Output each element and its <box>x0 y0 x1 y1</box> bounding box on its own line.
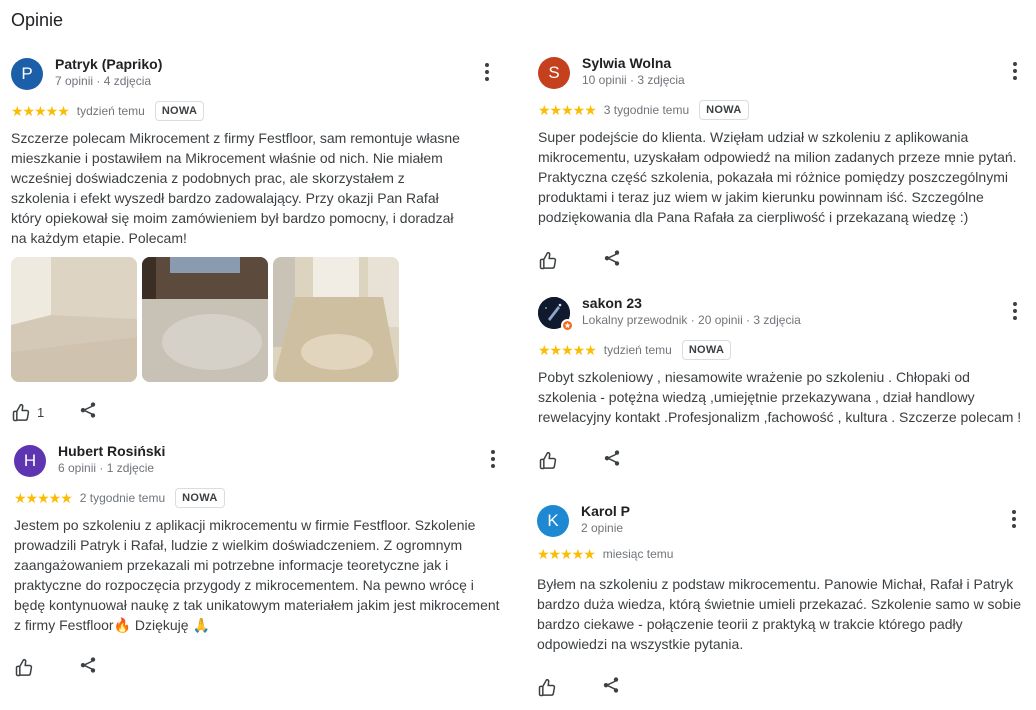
author-meta: 2 opinie <box>581 521 624 535</box>
rating-row: ★★★★★ tydzień temu NOWA <box>11 100 205 122</box>
more-options-icon[interactable] <box>1006 509 1022 529</box>
review-photo[interactable] <box>11 257 137 382</box>
new-badge: NOWA <box>681 340 732 360</box>
avatar[interactable]: H <box>14 445 46 477</box>
review-text: Byłem na szkoleniu z podstaw mikrocement… <box>537 576 1022 652</box>
rating-row: ★★★★★ 2 tygodnie temu NOWA <box>14 487 225 509</box>
author-meta: Lokalny przewodnik · 20 opinii · 3 zdjęc… <box>582 313 801 327</box>
local-guide-icon <box>561 319 574 332</box>
share-icon <box>602 248 622 268</box>
star-rating: ★★★★★ <box>14 490 73 506</box>
avatar[interactable] <box>538 297 574 332</box>
share-button[interactable] <box>78 400 98 425</box>
thumb-up-icon <box>11 403 31 423</box>
thumb-up-icon <box>537 678 557 698</box>
review-card: sakon 23 Lokalny przewodnik · 20 opinii … <box>538 295 1025 477</box>
share-icon <box>78 655 98 675</box>
share-button[interactable] <box>602 248 622 273</box>
review-time: tydzień temu <box>603 343 672 357</box>
author-name[interactable]: Sylwia Wolna <box>582 55 671 71</box>
thumb-up-icon <box>14 658 34 678</box>
review-photo[interactable] <box>273 257 399 382</box>
author-name[interactable]: sakon 23 <box>582 295 642 311</box>
star-rating: ★★★★★ <box>11 103 70 119</box>
review-text: Pobyt szkoleniowy , niesamowite wrażenie… <box>538 369 1022 425</box>
more-options-icon[interactable] <box>479 62 495 82</box>
more-options-icon[interactable] <box>1007 301 1023 321</box>
share-icon <box>602 448 622 468</box>
share-icon <box>78 400 98 420</box>
share-icon <box>601 675 621 695</box>
rating-row: ★★★★★ tydzień temu NOWA <box>538 339 732 361</box>
review-text: Szczerze polecam Mikrocement z firmy Fes… <box>11 130 460 246</box>
avatar-initial: P <box>21 64 33 83</box>
rating-row: ★★★★★ miesiąc temu <box>537 543 673 565</box>
thumb-up-icon <box>538 251 558 271</box>
author-meta: 6 opinii · 1 zdjęcie <box>58 461 155 475</box>
author-name[interactable]: Karol P <box>581 503 630 519</box>
author-meta: 10 opinii · 3 zdjęcia <box>582 73 685 87</box>
review-card: P Patryk (Papriko) 7 opinii · 4 zdjęcia … <box>11 56 498 430</box>
avatar-initial: H <box>23 451 37 470</box>
avatar[interactable]: S <box>538 57 570 89</box>
star-rating: ★★★★★ <box>538 102 597 118</box>
review-actions <box>538 448 622 473</box>
thumb-up-icon <box>538 451 558 471</box>
review-actions: 1 <box>11 400 98 425</box>
share-button[interactable] <box>602 448 622 473</box>
more-options-icon[interactable] <box>1007 61 1023 81</box>
new-badge: NOWA <box>699 100 749 120</box>
like-button[interactable]: 1 <box>11 403 44 423</box>
review-actions <box>14 655 98 680</box>
new-badge: NOWA <box>154 101 205 121</box>
avatar[interactable]: P <box>11 58 43 90</box>
new-badge: NOWA <box>175 488 225 508</box>
avatar[interactable]: K <box>537 505 569 537</box>
avatar-initial: K <box>547 511 559 530</box>
page-title: Opinie <box>11 10 64 30</box>
author-meta: 7 opinii · 4 zdjęcia <box>55 74 152 88</box>
like-count: 1 <box>37 405 45 420</box>
review-actions <box>538 248 622 273</box>
review-time: 3 tygodnie temu <box>603 103 690 117</box>
review-text: Jestem po szkoleniu z aplikacji mikrocem… <box>14 517 500 633</box>
avatar-initial: S <box>548 63 560 82</box>
review-actions <box>537 675 621 700</box>
review-time: 2 tygodnie temu <box>79 491 166 505</box>
share-button[interactable] <box>601 675 621 700</box>
rating-row: ★★★★★ 3 tygodnie temu NOWA <box>538 99 749 121</box>
review-photo[interactable] <box>142 257 268 382</box>
like-button[interactable] <box>14 658 34 678</box>
review-card: S Sylwia Wolna 10 opinii · 3 zdjęcia ★★★… <box>538 55 1025 277</box>
author-name[interactable]: Hubert Rosiński <box>58 443 165 459</box>
star-rating: ★★★★★ <box>537 546 596 562</box>
review-card: H Hubert Rosiński 6 opinii · 1 zdjęcie ★… <box>14 443 501 685</box>
like-button[interactable] <box>538 451 558 471</box>
review-time: tydzień temu <box>76 104 145 118</box>
review-text: Super podejście do klienta. Wzięłam udzi… <box>538 129 1017 225</box>
review-card: K Karol P 2 opinie ★★★★★ miesiąc temu By… <box>537 503 1025 705</box>
author-name[interactable]: Patryk (Papriko) <box>55 56 162 72</box>
review-time: miesiąc temu <box>602 547 674 561</box>
star-rating: ★★★★★ <box>538 342 597 358</box>
like-button[interactable] <box>537 678 557 698</box>
more-options-icon[interactable] <box>485 449 501 469</box>
share-button[interactable] <box>78 655 98 680</box>
review-photos <box>11 257 399 382</box>
like-button[interactable] <box>538 251 558 271</box>
